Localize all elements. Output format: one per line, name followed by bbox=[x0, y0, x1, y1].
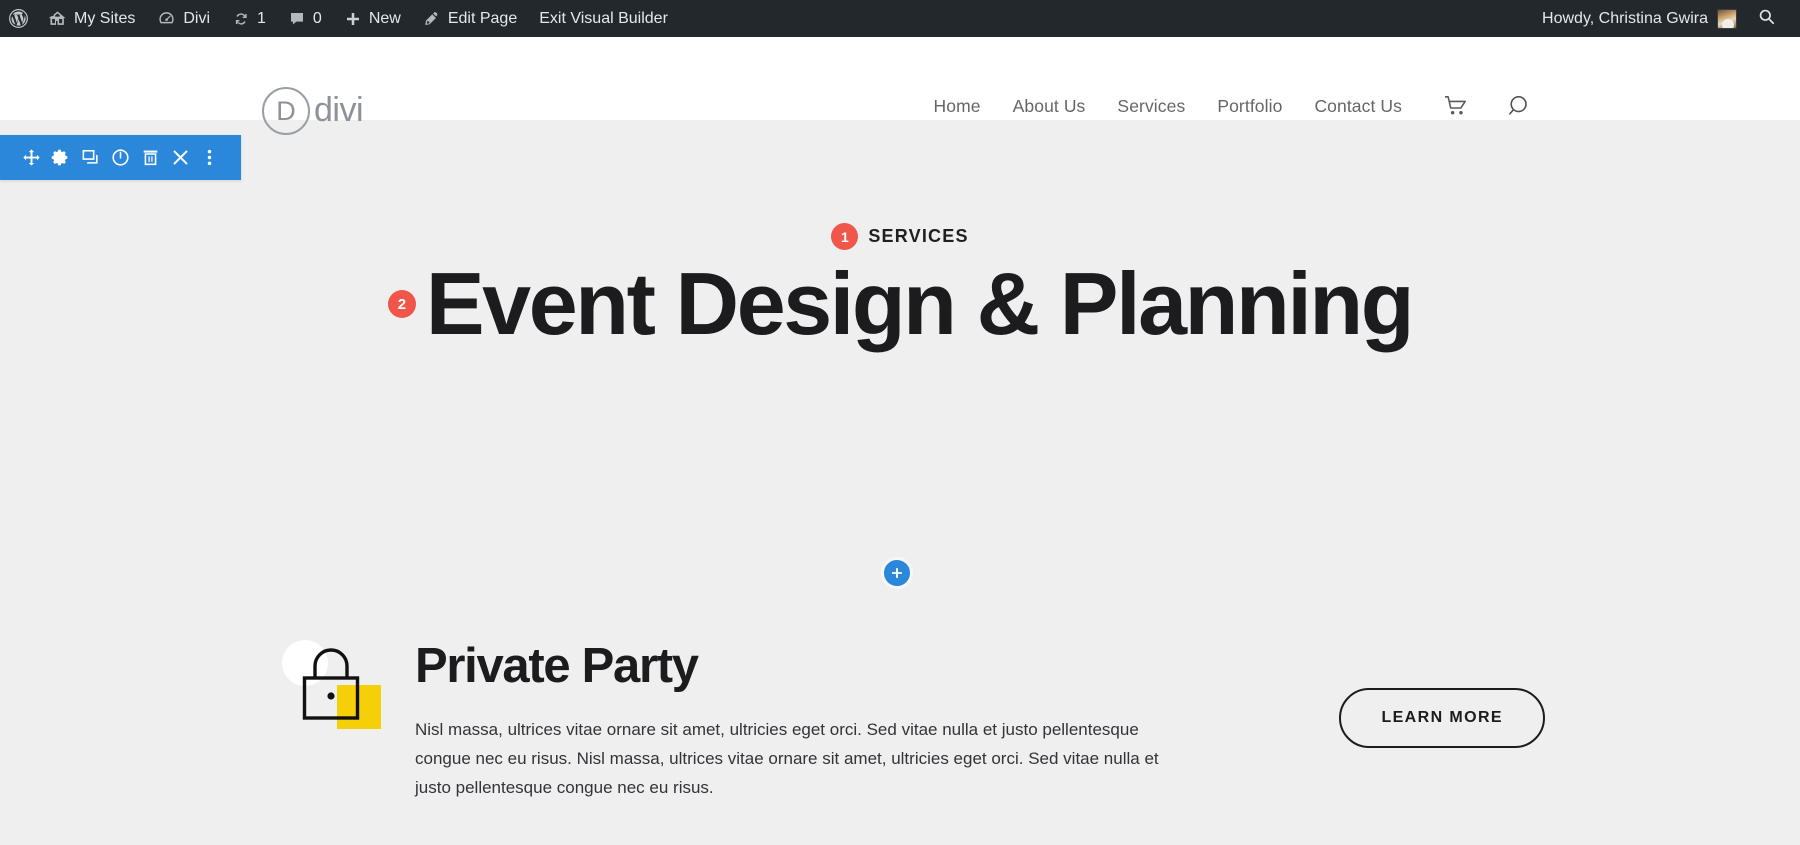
admin-bar-account[interactable]: Howdy, Christina Gwira bbox=[1532, 8, 1747, 29]
plus-icon bbox=[344, 10, 362, 28]
admin-bar-search-button[interactable] bbox=[1747, 7, 1790, 31]
admin-bar-my-sites-label: My Sites bbox=[74, 10, 136, 27]
nav-item-about-us[interactable]: About Us bbox=[997, 96, 1102, 117]
admin-bar-updates-count: 1 bbox=[257, 10, 266, 27]
learn-more-button[interactable]: LEARN MORE bbox=[1339, 688, 1545, 748]
wp-admin-bar: My Sites Divi 1 0 New Edit Page Exit Vis… bbox=[0, 0, 1800, 37]
duplicate-icon[interactable] bbox=[80, 147, 102, 169]
vertical-dots-icon[interactable] bbox=[199, 147, 221, 169]
close-x-icon[interactable] bbox=[169, 147, 191, 169]
trash-icon[interactable] bbox=[139, 147, 161, 169]
hero-eyebrow-text[interactable]: SERVICES bbox=[868, 226, 968, 247]
step-badge-2: 2 bbox=[387, 290, 416, 319]
hero-eyebrow-row: 1 SERVICES bbox=[0, 223, 1800, 250]
divi-icon bbox=[157, 9, 176, 28]
nav-item-services[interactable]: Services bbox=[1101, 96, 1201, 117]
hero-title-row: 2 Event Design & Planning bbox=[0, 257, 1800, 350]
main-navigation: Home About Us Services Portfolio Contact… bbox=[918, 94, 1546, 118]
nav-item-portfolio[interactable]: Portfolio bbox=[1201, 96, 1298, 117]
service-description[interactable]: Nisl massa, ultrices vitae ornare sit am… bbox=[415, 715, 1160, 803]
site-logo-text: divi bbox=[314, 90, 364, 129]
service-title[interactable]: Private Party bbox=[415, 640, 1345, 693]
header-search-icon[interactable] bbox=[1482, 94, 1546, 118]
page-title[interactable]: Event Design & Planning bbox=[426, 257, 1415, 350]
site-logo[interactable]: D divi bbox=[262, 87, 364, 135]
divi-logo-mark-icon: D bbox=[262, 87, 310, 135]
admin-bar-howdy-label: Howdy, Christina Gwira bbox=[1542, 9, 1708, 27]
admin-bar-new[interactable]: New bbox=[333, 0, 412, 37]
add-module-button[interactable] bbox=[881, 557, 913, 589]
divi-section-toolbar bbox=[0, 135, 241, 180]
wordpress-logo-icon bbox=[8, 8, 29, 29]
plus-icon bbox=[892, 568, 902, 578]
comments-icon bbox=[288, 10, 306, 28]
shopping-cart-icon[interactable] bbox=[1418, 95, 1482, 117]
my-sites-icon bbox=[48, 9, 67, 28]
admin-bar-exit-visual-builder-label: Exit Visual Builder bbox=[539, 10, 668, 27]
admin-bar-edit-page[interactable]: Edit Page bbox=[412, 0, 528, 37]
service-text-cell: Private Party Nisl massa, ultrices vitae… bbox=[415, 638, 1345, 803]
admin-bar-left-group: My Sites Divi 1 0 New Edit Page Exit Vis… bbox=[0, 0, 679, 37]
power-icon[interactable] bbox=[109, 147, 131, 169]
service-icon-cell bbox=[260, 638, 415, 738]
page-content: 1 SERVICES 2 Event Design & Planning Pri… bbox=[0, 120, 1800, 845]
admin-bar-comments-count: 0 bbox=[312, 10, 322, 27]
avatar bbox=[1717, 8, 1737, 29]
nav-item-home[interactable]: Home bbox=[918, 96, 997, 117]
admin-bar-my-sites[interactable]: My Sites bbox=[37, 0, 146, 37]
edit-pencil-icon bbox=[423, 10, 441, 28]
admin-bar-right-group: Howdy, Christina Gwira bbox=[1532, 7, 1800, 31]
updates-icon bbox=[232, 10, 250, 28]
step-badge-1: 1 bbox=[831, 223, 859, 250]
admin-bar-divi[interactable]: Divi bbox=[146, 0, 221, 37]
gear-icon[interactable] bbox=[50, 147, 72, 169]
move-handle-icon[interactable] bbox=[20, 147, 42, 169]
admin-bar-edit-page-label: Edit Page bbox=[447, 10, 518, 27]
search-icon bbox=[1757, 7, 1776, 31]
admin-bar-exit-visual-builder[interactable]: Exit Visual Builder bbox=[528, 0, 679, 37]
site-header: D divi Home About Us Services Portfolio … bbox=[0, 37, 1800, 135]
nav-item-contact-us[interactable]: Contact Us bbox=[1298, 96, 1418, 117]
service-row-private-party: Private Party Nisl massa, ultrices vitae… bbox=[260, 638, 1545, 803]
admin-bar-new-label: New bbox=[368, 10, 401, 27]
admin-bar-comments[interactable]: 0 bbox=[277, 0, 333, 37]
admin-bar-updates[interactable]: 1 bbox=[221, 0, 277, 37]
service-cta-cell: LEARN MORE bbox=[1339, 638, 1545, 748]
admin-bar-wordpress-logo[interactable] bbox=[0, 0, 37, 37]
lock-icon bbox=[282, 638, 392, 738]
admin-bar-divi-label: Divi bbox=[183, 10, 211, 27]
